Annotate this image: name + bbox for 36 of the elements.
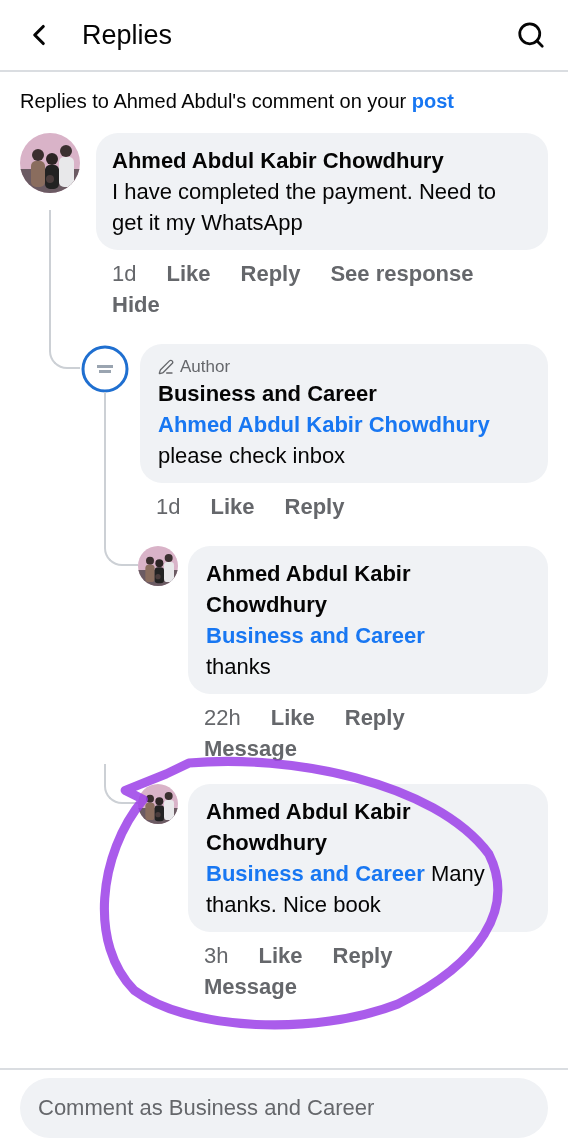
search-icon[interactable] xyxy=(516,20,546,50)
timestamp: 1d xyxy=(156,493,181,521)
mention-link[interactable]: Business and Career xyxy=(206,623,425,648)
author-name[interactable]: Ahmed Abdul Kabir Chowdhury xyxy=(112,145,520,176)
author-name[interactable]: Business and Career xyxy=(158,378,520,409)
comment-action-link[interactable]: Reply xyxy=(240,258,301,289)
comment-action-link[interactable]: Reply xyxy=(284,491,345,522)
comment-action-link[interactable]: Like xyxy=(258,940,303,971)
comment-action-link[interactable]: Like xyxy=(270,702,315,733)
comment-action-link[interactable]: Like xyxy=(166,258,211,289)
page-title: Replies xyxy=(82,19,174,51)
timestamp: 22h xyxy=(204,704,241,732)
author-name[interactable]: Ahmed Abdul Kabir Chowdhury xyxy=(206,558,520,620)
comment-action-link[interactable]: Message xyxy=(204,733,297,764)
comment-action-link[interactable]: See response xyxy=(330,258,474,289)
replies-subtitle: Replies to Ahmed Abdul's comment on your post xyxy=(19,89,456,114)
timestamp: 3h xyxy=(204,942,229,970)
post-link[interactable]: post xyxy=(411,90,455,112)
thread-line xyxy=(104,764,138,804)
comment-text: Business and Career Many thanks. Nice book xyxy=(206,860,486,919)
comment-input-field[interactable]: Comment as Business and Career xyxy=(20,1078,548,1138)
badge-label: Author xyxy=(180,356,231,378)
page-logo-avatar[interactable] xyxy=(80,344,130,394)
comment-text: thanks xyxy=(206,653,272,681)
comment-text: please check inbox xyxy=(158,442,347,470)
timestamp: 1d xyxy=(112,260,137,288)
comment-action-link[interactable]: Like xyxy=(210,491,255,522)
comment-action-link[interactable]: Reply xyxy=(332,940,393,971)
pen-icon xyxy=(158,359,174,375)
comment-action-link[interactable]: Hide xyxy=(112,289,160,320)
comment-text: I have completed the payment. Need to get it my WhatsApp xyxy=(112,178,497,237)
mention-link[interactable]: Business and Career xyxy=(206,861,425,886)
comment-action-link[interactable]: Reply xyxy=(344,702,405,733)
mention-link[interactable]: Ahmed Abdul Kabir Chowdhury xyxy=(158,412,490,437)
comment-action-link[interactable]: Message xyxy=(204,971,297,1002)
author-name[interactable]: Ahmed Abdul Kabir Chowdhury xyxy=(206,796,520,858)
